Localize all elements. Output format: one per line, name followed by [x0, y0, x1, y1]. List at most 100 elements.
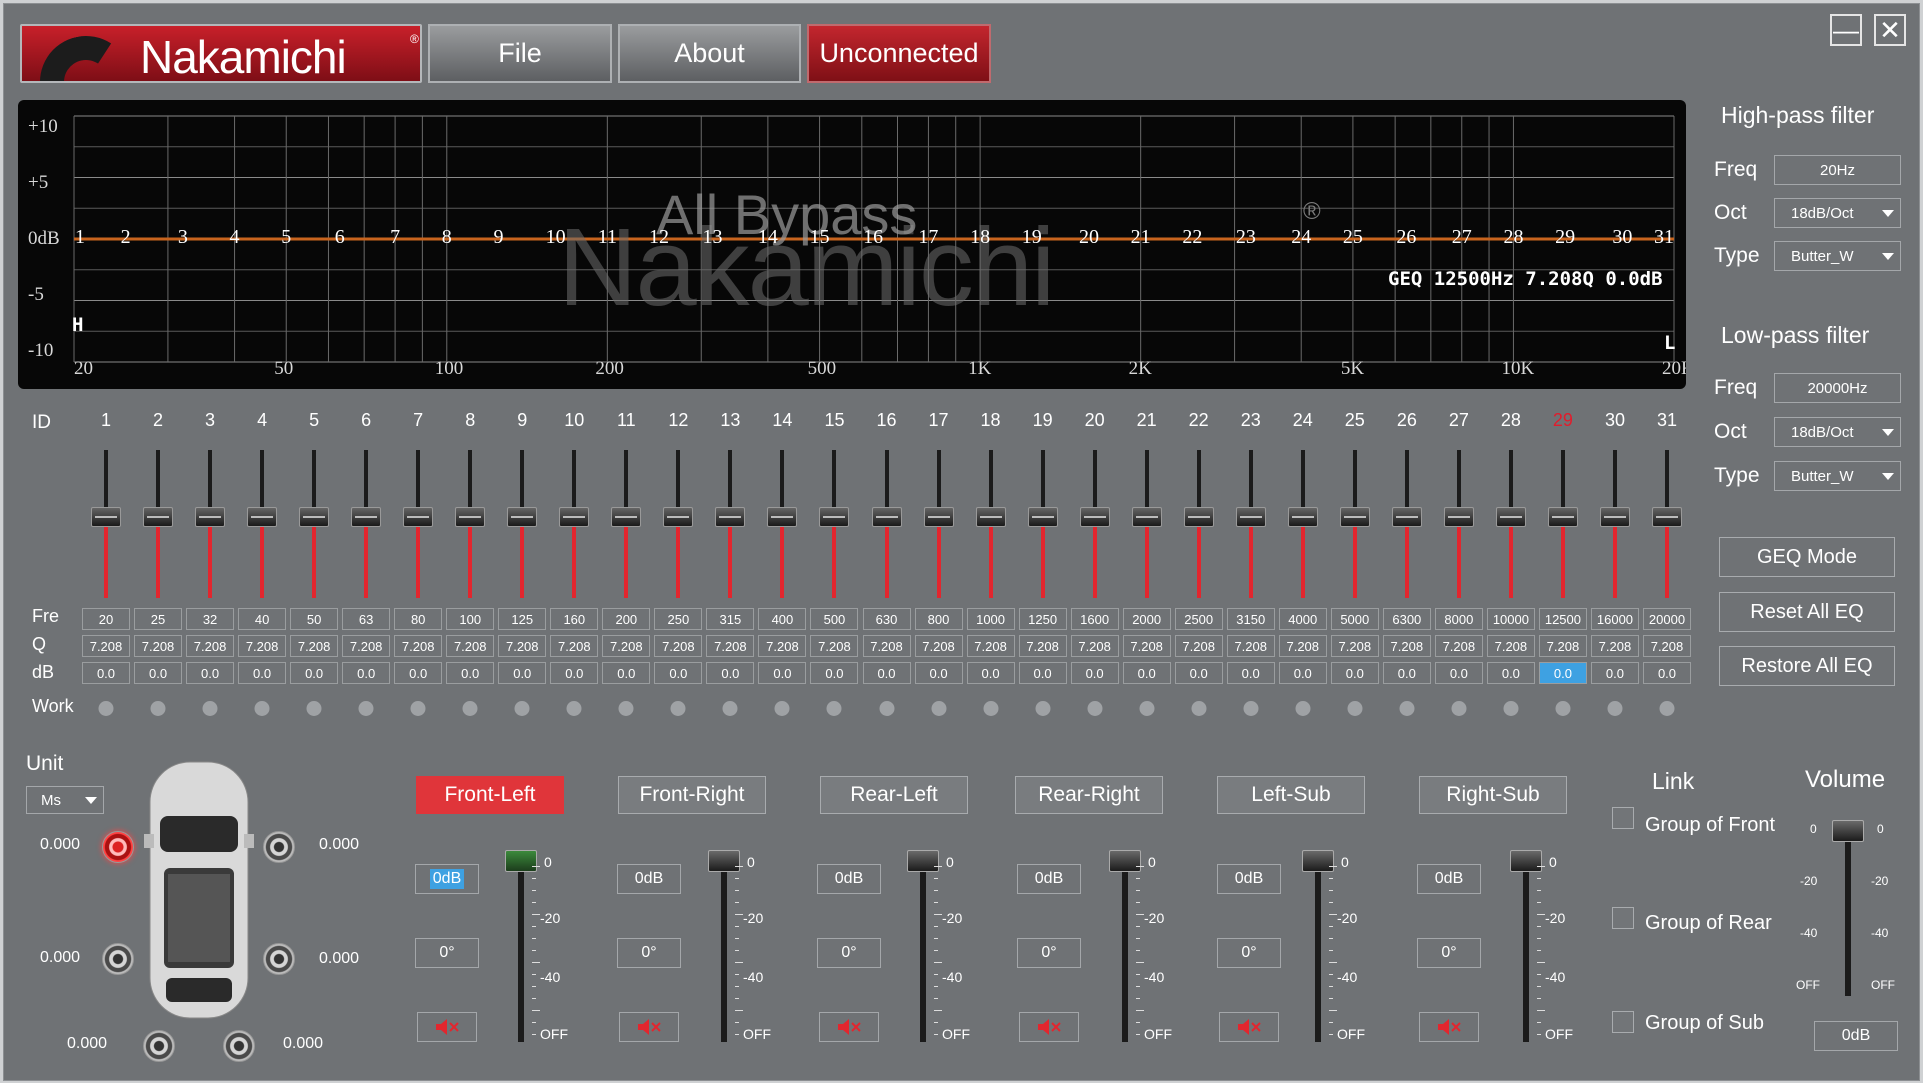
fader-tick [1537, 1034, 1541, 1035]
band-id: 31 [1656, 410, 1678, 430]
volume-value[interactable]: 0dB [1814, 1021, 1898, 1051]
minimize-button[interactable]: — [1830, 14, 1862, 46]
channel-fader-track[interactable] [1315, 856, 1321, 1042]
channel-mute-button[interactable] [1219, 1012, 1279, 1042]
fader-scale-low: -40 [1337, 969, 1358, 985]
channel-tab-right-sub[interactable]: Right-Sub [1419, 776, 1567, 814]
channel-tab-rear-right[interactable]: Rear-Right [1015, 776, 1163, 814]
band-work-indicator[interactable] [1659, 701, 1675, 716]
fader-tick [934, 902, 938, 903]
channel-mute-button[interactable] [819, 1012, 879, 1042]
channel-gain-input[interactable]: 0dB [1217, 864, 1281, 894]
channel-tab-rear-left[interactable]: Rear-Left [820, 776, 968, 814]
hpf-type-label: Type [1714, 244, 1760, 267]
channel-fader-track[interactable] [721, 856, 727, 1042]
fader-tick [1329, 986, 1333, 987]
channel-tab-front-right[interactable]: Front-Right [618, 776, 766, 814]
fader-tick [532, 986, 536, 987]
band-freq-input[interactable]: 20000 [1643, 608, 1691, 630]
channel-gain-input[interactable]: 0dB [1017, 864, 1081, 894]
hpf-type-select[interactable]: Butter_W [1774, 241, 1901, 271]
lpf-oct-label: Oct [1714, 420, 1747, 443]
channel-mute-button[interactable] [417, 1012, 477, 1042]
close-button[interactable]: ✕ [1874, 14, 1906, 46]
fader-tick [1136, 1034, 1140, 1035]
fader-tick [1329, 1010, 1337, 1011]
channel-gain-value: 0dB [634, 870, 664, 887]
channel-tab-front-left[interactable]: Front-Left [416, 776, 564, 814]
channel-fader-knob[interactable] [1109, 850, 1141, 872]
channel-gain-input[interactable]: 0dB [617, 864, 681, 894]
fader-tick [1537, 890, 1541, 891]
channel-fader-track[interactable] [518, 856, 524, 1042]
band-q-input[interactable]: 7.208 [1643, 635, 1691, 657]
channel-gain-input[interactable]: 0dB [1417, 864, 1481, 894]
channel-fader-knob[interactable] [1302, 850, 1334, 872]
restore-all-eq-button[interactable]: Restore All EQ [1719, 646, 1895, 686]
channel-gain-input[interactable]: 0dB [415, 864, 479, 894]
channel-fader-track[interactable] [1122, 856, 1128, 1042]
lpf-oct-select[interactable]: 18dB/Oct [1774, 417, 1901, 447]
group-front-checkbox[interactable] [1612, 807, 1634, 829]
fader-tick [1329, 974, 1333, 975]
channel-fader-track[interactable] [920, 856, 926, 1042]
channel-phase-input[interactable]: 0° [817, 938, 881, 968]
fader-tick [735, 878, 739, 879]
fader-tick [532, 998, 536, 999]
fader-tick [1329, 866, 1337, 867]
slider-knob[interactable] [1599, 507, 1630, 527]
band-db-input[interactable]: 0.0 [1643, 662, 1691, 684]
band-gain-slider[interactable] [1652, 450, 1682, 598]
vol-scale-left-40: -40 [1800, 926, 1818, 940]
lpf-type-select[interactable]: Butter_W [1774, 461, 1901, 491]
channel-fader-knob[interactable] [708, 850, 740, 872]
hpf-oct-select[interactable]: 18dB/Oct [1774, 198, 1901, 228]
channel-tab-left-sub[interactable]: Left-Sub [1217, 776, 1365, 814]
fader-scale-top: 0 [1341, 854, 1349, 870]
fader-scale-off: OFF [1337, 1026, 1365, 1042]
fader-tick [934, 998, 938, 999]
lpf-freq-input[interactable]: 20000Hz [1774, 373, 1901, 403]
speaker-mute-icon [838, 1019, 861, 1035]
channel-fader-knob[interactable] [1510, 850, 1542, 872]
fader-tick [735, 866, 743, 867]
group-rear-checkbox[interactable] [1612, 907, 1634, 929]
fader-tick [934, 1034, 938, 1035]
channel-phase-input[interactable]: 0° [1017, 938, 1081, 968]
fader-scale-low: -40 [1545, 969, 1566, 985]
hpf-type-value: Butter_W [1791, 247, 1854, 265]
channel-fader-knob[interactable] [907, 850, 939, 872]
volume-knob[interactable] [1832, 820, 1864, 842]
reset-all-eq-button[interactable]: Reset All EQ [1719, 592, 1895, 632]
band-gain-slider[interactable] [1599, 450, 1630, 598]
fader-tick [1537, 878, 1541, 879]
channel-mute-button[interactable] [619, 1012, 679, 1042]
channel-gain-input[interactable]: 0dB [817, 864, 881, 894]
channel-fader-track[interactable] [1523, 856, 1529, 1042]
channel-mute-button[interactable] [1419, 1012, 1479, 1042]
slider-knob[interactable] [1652, 507, 1682, 527]
fader-tick [735, 962, 743, 963]
band-work-indicator[interactable] [1607, 701, 1623, 716]
channel-gain-value: 0dB [1034, 870, 1064, 887]
fader-tick [532, 878, 536, 879]
fader-tick [1329, 878, 1333, 879]
geq-mode-button[interactable]: GEQ Mode [1719, 537, 1895, 577]
channel-phase-input[interactable]: 0° [617, 938, 681, 968]
fader-tick [1329, 1022, 1333, 1023]
channel-phase-input[interactable]: 0° [415, 938, 479, 968]
channel-phase-input[interactable]: 0° [1217, 938, 1281, 968]
channel-fader-knob[interactable] [505, 850, 537, 872]
hpf-freq-label: Freq [1714, 158, 1758, 181]
channel-gain-value: 0dB [1234, 870, 1264, 887]
channel-phase-input[interactable]: 0° [1417, 938, 1481, 968]
app-window: Nakamichi ® File About Unconnected — ✕ N… [3, 3, 1920, 1081]
hpf-freq-input[interactable]: 20Hz [1774, 155, 1901, 185]
fader-tick [1136, 890, 1140, 891]
group-sub-checkbox[interactable] [1612, 1011, 1634, 1033]
fader-tick [1329, 938, 1333, 939]
fader-tick [735, 1010, 743, 1011]
volume-track[interactable] [1845, 826, 1851, 996]
fader-scale-top: 0 [544, 854, 552, 870]
channel-mute-button[interactable] [1019, 1012, 1079, 1042]
